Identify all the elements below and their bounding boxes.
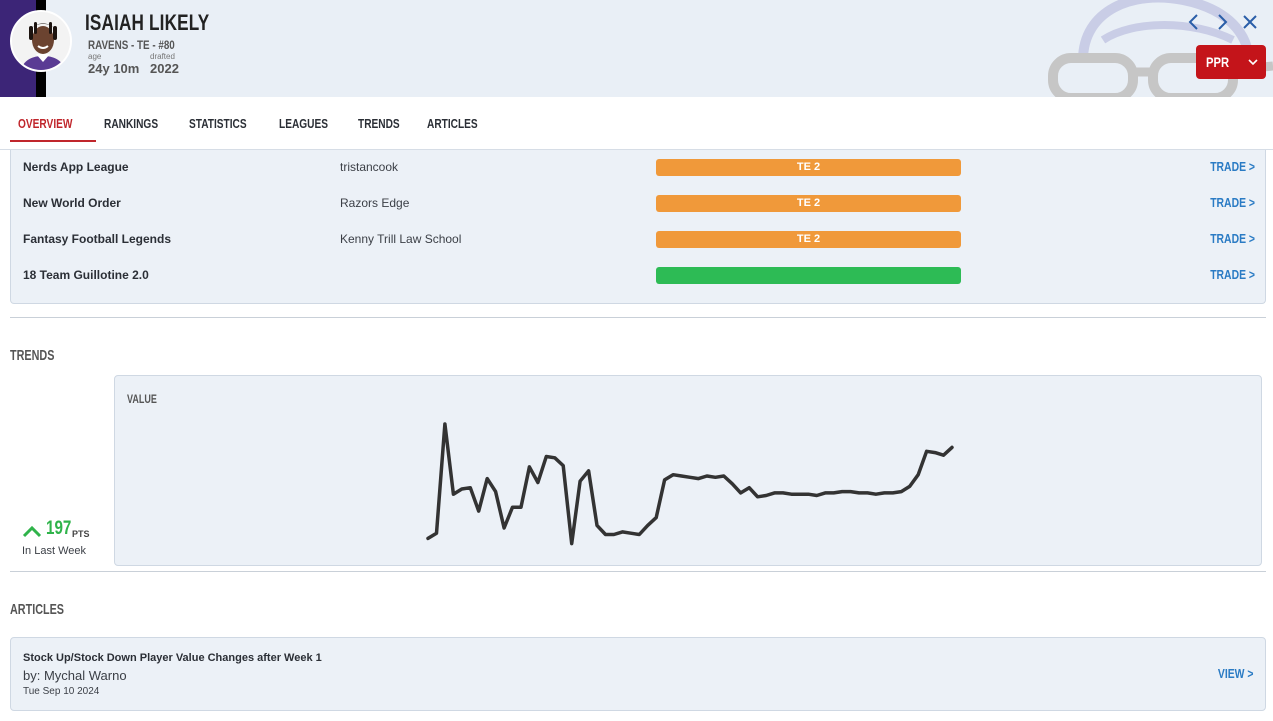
trend-summary: 197 PTS In Last Week bbox=[22, 518, 112, 563]
position-rank-bar bbox=[656, 267, 961, 284]
chevron-right-icon[interactable] bbox=[1213, 12, 1231, 32]
tab-leagues[interactable]: LEAGUES bbox=[271, 110, 350, 142]
player-avatar bbox=[10, 10, 72, 72]
league-team: Razors Edge bbox=[340, 196, 410, 210]
value-trend-svg bbox=[426, 422, 954, 546]
player-tabs: OVERVIEW RANKINGS STATISTICS LEAGUES TRE… bbox=[10, 110, 500, 142]
leagues-table: Nerds App League tristancook TE 2 TRADE … bbox=[10, 150, 1266, 304]
trend-change-caption: In Last Week bbox=[22, 545, 86, 557]
article-title: Stock Up/Stock Down Player Value Changes… bbox=[23, 652, 322, 664]
tab-overview[interactable]: OVERVIEW bbox=[10, 110, 96, 142]
age-value: 24y 10m bbox=[88, 61, 140, 76]
scoring-format-label: PPR bbox=[1206, 54, 1230, 70]
trade-link[interactable]: TRADE > bbox=[1210, 267, 1255, 282]
drafted-value: 2022 bbox=[150, 61, 179, 76]
trade-link[interactable]: TRADE > bbox=[1210, 231, 1255, 246]
scoring-format-dropdown[interactable]: PPR bbox=[1196, 45, 1266, 79]
league-name: 18 Team Guillotine 2.0 bbox=[23, 268, 149, 282]
league-row: New World Order Razors Edge TE 2 TRADE > bbox=[11, 186, 1267, 222]
player-team-position: RAVENS - TE - #80 bbox=[88, 38, 175, 52]
tab-rankings-label: RANKINGS bbox=[103, 116, 158, 131]
tab-statistics-label: STATISTICS bbox=[189, 116, 247, 131]
header-nav bbox=[1185, 12, 1259, 32]
position-rank-bar: TE 2 bbox=[656, 195, 961, 212]
article-item: Stock Up/Stock Down Player Value Changes… bbox=[10, 637, 1266, 711]
trends-section-title: TRENDS bbox=[10, 347, 55, 364]
tab-statistics[interactable]: STATISTICS bbox=[181, 110, 271, 142]
tab-leagues-label: LEAGUES bbox=[279, 116, 329, 131]
view-article-link[interactable]: VIEW > bbox=[1217, 666, 1253, 681]
article-date: Tue Sep 10 2024 bbox=[23, 686, 100, 697]
tab-trends[interactable]: TRENDS bbox=[350, 110, 419, 142]
trade-link[interactable]: TRADE > bbox=[1210, 195, 1255, 210]
trend-up-arrow-icon bbox=[22, 525, 42, 538]
league-name: Fantasy Football Legends bbox=[23, 232, 172, 246]
tab-articles[interactable]: ARTICLES bbox=[419, 110, 500, 142]
article-author: by: Mychal Warno bbox=[23, 668, 127, 683]
chevron-down-icon bbox=[1248, 59, 1258, 66]
tab-articles-label: ARTICLES bbox=[427, 116, 479, 131]
player-headshot-icon bbox=[12, 12, 70, 70]
close-icon[interactable] bbox=[1241, 12, 1259, 32]
player-header: ISAIAH LIKELY RAVENS - TE - #80 age 24y … bbox=[0, 0, 1273, 97]
position-rank-bar: TE 2 bbox=[656, 231, 961, 248]
position-rank-bar: TE 2 bbox=[656, 159, 961, 176]
value-trend-line-0 bbox=[426, 422, 954, 546]
trade-link[interactable]: TRADE > bbox=[1210, 159, 1255, 174]
chevron-left-icon[interactable] bbox=[1185, 12, 1203, 32]
drafted-label: drafted bbox=[150, 52, 175, 61]
league-team: tristancook bbox=[340, 160, 399, 174]
value-trend-chart: VALUE bbox=[114, 375, 1262, 566]
league-row: Fantasy Football Legends Kenny Trill Law… bbox=[11, 222, 1267, 258]
league-name: Nerds App League bbox=[23, 160, 129, 174]
section-divider bbox=[10, 317, 1266, 318]
tab-rankings[interactable]: RANKINGS bbox=[96, 110, 181, 142]
trend-change-unit: PTS bbox=[72, 529, 90, 539]
league-name: New World Order bbox=[23, 196, 121, 210]
league-row: 18 Team Guillotine 2.0 TRADE > bbox=[11, 258, 1267, 294]
articles-section-title: ARTICLES bbox=[10, 601, 64, 618]
age-label: age bbox=[88, 52, 102, 61]
league-row: Nerds App League tristancook TE 2 TRADE … bbox=[11, 150, 1267, 186]
trend-change-value: 197 bbox=[46, 518, 72, 539]
league-team: Kenny Trill Law School bbox=[340, 232, 462, 246]
age-stat: age 24y 10m bbox=[88, 52, 139, 76]
player-name: ISAIAH LIKELY bbox=[85, 10, 210, 35]
drafted-stat: drafted 2022 bbox=[150, 52, 179, 76]
tab-overview-label: OVERVIEW bbox=[18, 116, 73, 131]
tab-trends-label: TRENDS bbox=[357, 116, 400, 131]
section-divider bbox=[10, 571, 1266, 572]
